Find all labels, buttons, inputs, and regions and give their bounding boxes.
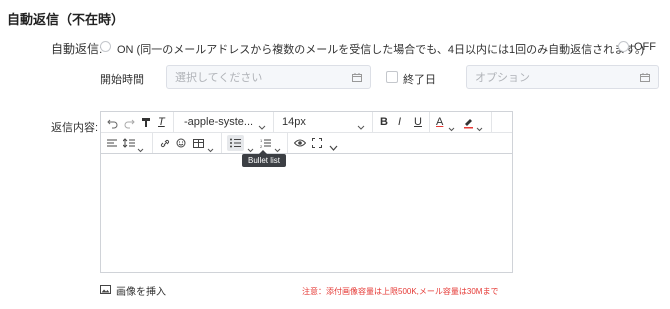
auto-reply-label: 自動返信: [51,42,103,56]
end-date-checkbox[interactable] [386,71,398,83]
font-family-select[interactable]: -apple-syste... [184,112,253,132]
format-painter-icon[interactable] [141,112,151,132]
toolbar-row-1: T -apple-syste... 14px B I U A [101,112,512,133]
fullscreen-icon[interactable] [312,133,322,153]
image-icon [100,284,111,297]
end-date-label: 終了日 [403,74,436,86]
undo-icon[interactable] [107,112,118,132]
chevron-down-icon [207,140,214,158]
start-time-label: 開始時間 [100,74,144,86]
reply-content-label: 返信内容: [51,122,99,134]
link-icon[interactable] [160,133,170,153]
highlight-icon[interactable] [463,112,474,132]
toolbar-row-2: 12 [101,133,512,154]
table-icon[interactable] [193,133,204,153]
align-left-icon[interactable] [107,133,117,153]
emoji-icon[interactable] [176,133,186,153]
attachment-note: 注意：添付画像容量は上限500K,メール容量は30Mまで [302,287,499,296]
insert-image-label: 画像を挿入 [116,287,166,298]
italic-button[interactable]: I [398,112,401,132]
redo-icon[interactable] [124,112,135,132]
bullet-list-tooltip: Bullet list [242,150,286,167]
start-time-input[interactable]: 選択してください [166,65,371,89]
chevron-down-icon [137,140,144,158]
calendar-icon [352,72,362,82]
clear-format-icon[interactable]: T [158,112,165,132]
line-height-icon[interactable] [123,133,135,153]
bullet-list-button[interactable] [227,135,244,151]
radio-off[interactable] [618,41,629,52]
font-color-button[interactable]: A [436,112,443,132]
svg-text:2: 2 [260,144,263,149]
rich-text-editor[interactable]: T -apple-syste... 14px B I U A 1 2 [100,111,513,273]
section-title: 自動返信（不在時） [7,12,125,27]
bold-button[interactable]: B [380,112,388,132]
underline-button[interactable]: U [414,112,422,132]
end-date-input[interactable]: オプション [466,65,659,89]
chevron-down-icon[interactable] [329,139,338,157]
radio-on-label[interactable]: ON (同一のメールアドレスから複数のメールを受信した場合でも、4日以内には1回… [117,41,644,57]
radio-on[interactable] [100,41,111,52]
end-date-placeholder: オプション [475,72,530,84]
preview-eye-icon[interactable] [294,133,306,153]
svg-text:1: 1 [260,138,263,143]
calendar-icon [640,72,650,82]
insert-image-button[interactable]: 画像を挿入 [100,283,166,298]
start-time-placeholder: 選択してください [175,72,263,84]
font-size-select[interactable]: 14px [282,112,306,132]
radio-off-label[interactable]: OFF [634,41,656,53]
